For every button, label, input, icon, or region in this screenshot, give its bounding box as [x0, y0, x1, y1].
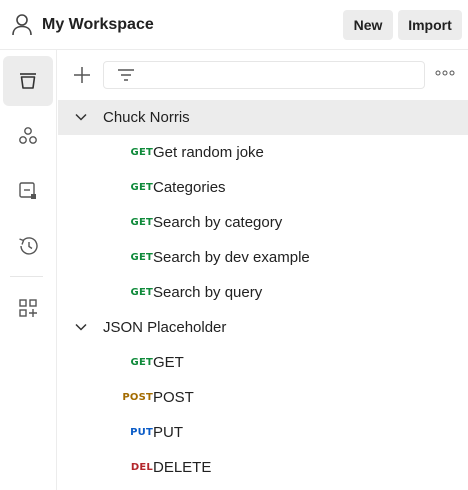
- method-badge: GET: [130, 217, 153, 228]
- request-name: Search by query: [153, 284, 263, 301]
- filter-search-box[interactable]: [103, 61, 425, 89]
- request-row[interactable]: POST POST: [58, 380, 468, 415]
- chevron-down-icon[interactable]: [75, 322, 87, 332]
- method-badge: GET: [130, 147, 153, 158]
- request-name: PUT: [153, 424, 183, 441]
- request-name: Search by category: [153, 214, 283, 231]
- apis-icon: [19, 127, 37, 144]
- request-row[interactable]: GET Get random joke: [58, 135, 468, 170]
- method-badge: PUT: [130, 427, 153, 438]
- request-row[interactable]: GET Search by query: [58, 275, 468, 310]
- collections-panel: Chuck Norris GET Get random joke GET Cat…: [58, 50, 468, 490]
- plus-icon[interactable]: [72, 65, 92, 85]
- sidebar-item-apis[interactable]: [3, 111, 53, 161]
- environments-icon: [19, 182, 36, 199]
- request-row[interactable]: PUT PUT: [58, 415, 468, 450]
- request-row[interactable]: GET Categories: [58, 170, 468, 205]
- search-input[interactable]: [144, 65, 418, 87]
- collection-row[interactable]: Chuck Norris: [58, 100, 468, 135]
- import-button[interactable]: Import: [398, 10, 462, 40]
- workspace-header: My Workspace New Import: [0, 0, 468, 50]
- more-options-icon[interactable]: [435, 68, 455, 78]
- method-badge: GET: [130, 357, 153, 368]
- request-row[interactable]: GET Search by category: [58, 205, 468, 240]
- sidebar-item-configure[interactable]: [3, 283, 53, 333]
- sidebar-item-collections[interactable]: [3, 56, 53, 106]
- sidebar: [0, 50, 57, 490]
- request-name: DELETE: [153, 459, 212, 476]
- sidebar-item-history[interactable]: [3, 221, 53, 271]
- request-name: Get random joke: [153, 144, 264, 161]
- request-name: Search by dev example: [153, 249, 310, 266]
- filter-icon: [118, 69, 134, 81]
- sidebar-divider: [10, 276, 43, 277]
- chevron-down-icon[interactable]: [75, 112, 87, 122]
- workspace-title[interactable]: My Workspace: [42, 15, 154, 35]
- request-row[interactable]: DEL DELETE: [58, 450, 468, 485]
- method-badge: GET: [130, 287, 153, 298]
- request-row[interactable]: GET Search by dev example: [58, 240, 468, 275]
- sidebar-item-environments[interactable]: [3, 166, 53, 216]
- request-name: Categories: [153, 179, 226, 196]
- method-badge: DEL: [130, 462, 153, 473]
- request-name: POST: [153, 389, 194, 406]
- collections-icon: [20, 73, 36, 89]
- request-row[interactable]: GET GET: [58, 345, 468, 380]
- collection-row[interactable]: JSON Placeholder: [58, 310, 468, 345]
- method-badge: GET: [130, 182, 153, 193]
- collection-name: Chuck Norris: [103, 109, 190, 126]
- new-button[interactable]: New: [343, 10, 393, 40]
- collection-name: JSON Placeholder: [103, 319, 227, 336]
- request-name: GET: [153, 354, 184, 371]
- method-badge: GET: [130, 252, 153, 263]
- configure-workbench-icon: [19, 299, 37, 317]
- user-icon: [12, 14, 32, 36]
- method-badge: POST: [122, 392, 153, 403]
- collections-toolbar: [58, 50, 468, 100]
- history-icon: [19, 237, 38, 255]
- collections-tree: Chuck Norris GET Get random joke GET Cat…: [58, 100, 468, 485]
